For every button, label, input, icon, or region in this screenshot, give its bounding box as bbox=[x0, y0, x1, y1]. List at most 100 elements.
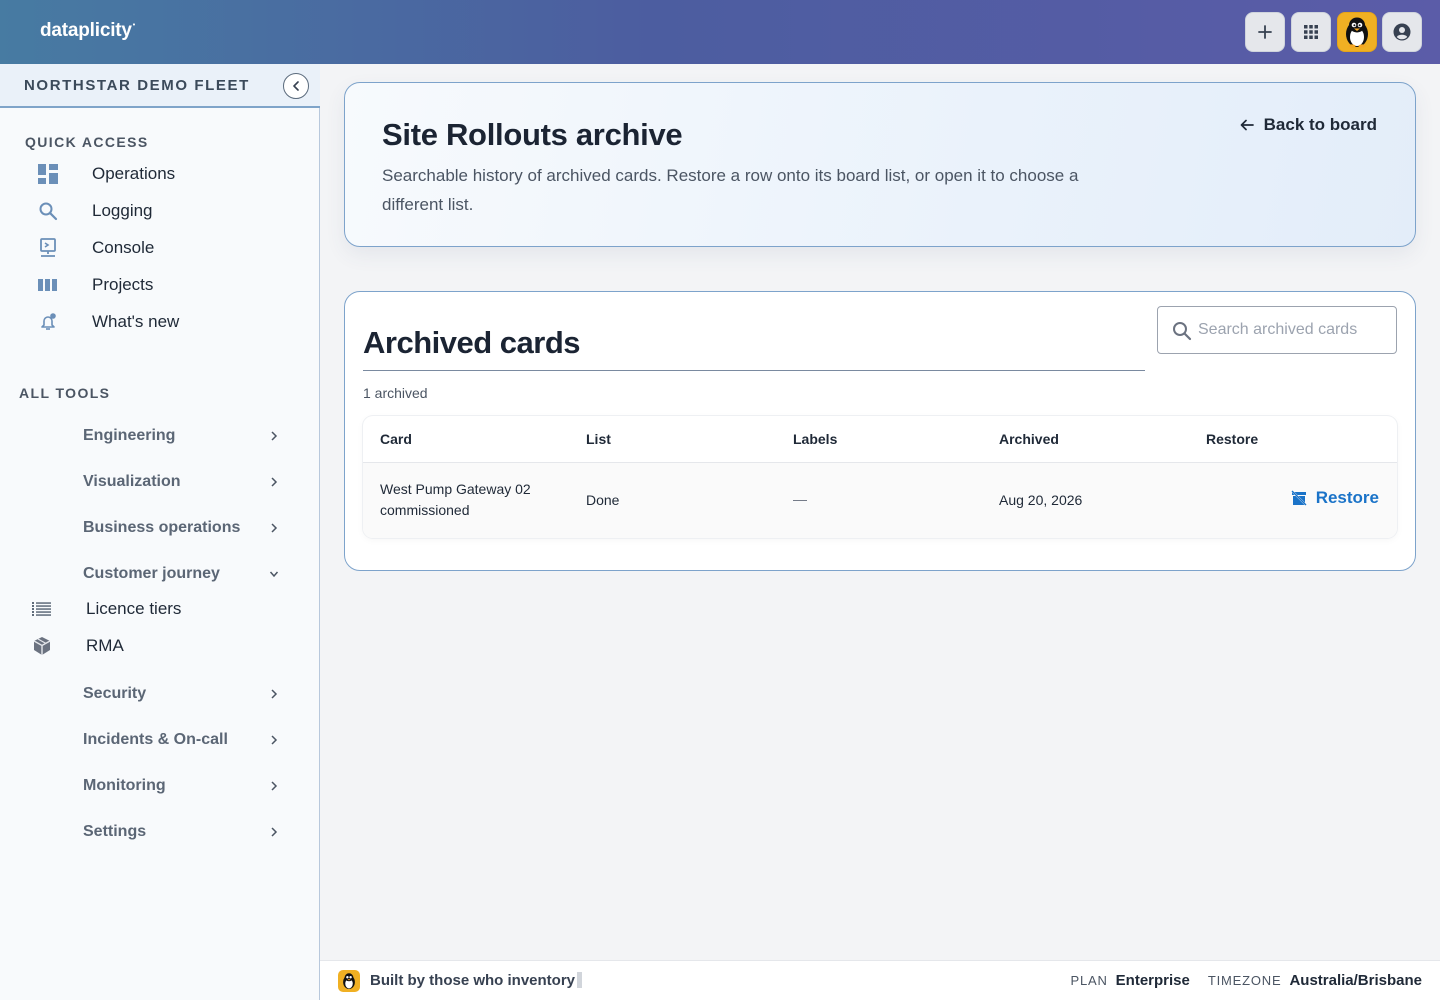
arrow-left-icon bbox=[1240, 119, 1254, 131]
chevron-right-icon bbox=[271, 431, 278, 441]
table-header: Card List Labels Archived Restore bbox=[363, 416, 1397, 463]
archived-count: 1 archived bbox=[363, 385, 428, 401]
sidebar-item-whats-new[interactable]: What's new bbox=[0, 305, 320, 339]
search-icon bbox=[1173, 322, 1192, 341]
tool-group-label: Business operations bbox=[83, 519, 241, 536]
bell-icon bbox=[37, 311, 59, 333]
restore-button[interactable]: Restore bbox=[1290, 488, 1379, 508]
column-header-archived[interactable]: Archived bbox=[999, 431, 1059, 447]
table-row[interactable]: West Pump Gateway 02 commissioned Done —… bbox=[363, 463, 1397, 538]
chevron-right-icon bbox=[271, 735, 278, 745]
sidebar-item-console[interactable]: Console bbox=[0, 231, 320, 265]
column-header-list[interactable]: List bbox=[586, 431, 611, 447]
dashboard-icon bbox=[37, 163, 59, 185]
archive-hero: Site Rollouts archive Searchable history… bbox=[344, 82, 1416, 247]
tool-group-label: Security bbox=[83, 685, 147, 702]
tool-group-label: Settings bbox=[83, 823, 147, 840]
restore-label: Restore bbox=[1315, 488, 1379, 507]
tool-group-label: Monitoring bbox=[83, 777, 166, 794]
tool-group-label: Visualization bbox=[83, 473, 181, 490]
sidebar-item-projects[interactable]: Projects bbox=[0, 268, 320, 302]
fleet-header: NORTHSTAR DEMO FLEET bbox=[0, 64, 320, 108]
account-icon bbox=[1393, 23, 1411, 41]
list-icon bbox=[31, 598, 53, 620]
sidebar-item-label: Console bbox=[92, 238, 155, 257]
penguin-avatar-button[interactable] bbox=[1337, 12, 1377, 52]
sidebar-item-label: Projects bbox=[92, 275, 154, 294]
tool-group-label: Incidents & On-call bbox=[83, 731, 228, 748]
text-cursor bbox=[577, 972, 583, 988]
search-input[interactable] bbox=[1198, 308, 1393, 352]
sidebar-item-label: Licence tiers bbox=[86, 599, 182, 618]
timezone-value: Australia/Brisbane bbox=[1289, 972, 1422, 989]
card-archived-date: Aug 20, 2026 bbox=[999, 492, 1083, 508]
unarchive-icon bbox=[1290, 490, 1307, 506]
page-description: Searchable history of archived cards. Re… bbox=[382, 166, 1079, 214]
footer-meta: PLAN Enterprise TIMEZONE Australia/Brisb… bbox=[1071, 972, 1423, 989]
column-header-labels[interactable]: Labels bbox=[793, 431, 837, 447]
sidebar-item-logging[interactable]: Logging bbox=[0, 194, 320, 228]
chevron-down-icon bbox=[269, 571, 279, 578]
back-to-board-link[interactable]: Back to board bbox=[1240, 115, 1377, 135]
footer: Built by those who inventory PLAN Enterp… bbox=[320, 960, 1440, 1000]
plus-icon bbox=[1258, 25, 1272, 39]
plan-value: Enterprise bbox=[1115, 972, 1190, 989]
tool-group-engineering[interactable]: Engineering bbox=[0, 419, 320, 453]
sidebar-item-licence-tiers[interactable]: Licence tiers bbox=[0, 592, 320, 626]
terminal-icon bbox=[37, 237, 59, 259]
all-tools-title: ALL TOOLS bbox=[19, 385, 111, 401]
main-content: Site Rollouts archive Searchable history… bbox=[320, 64, 1440, 960]
quick-access-title: QUICK ACCESS bbox=[25, 134, 149, 150]
tool-group-customer-journey[interactable]: Customer journey bbox=[0, 557, 320, 591]
tool-group-security[interactable]: Security bbox=[0, 677, 320, 711]
tool-group-incidents[interactable]: Incidents & On-call bbox=[0, 723, 320, 757]
archived-cards-table: Card List Labels Archived Restore West P… bbox=[363, 416, 1397, 538]
sidebar: NORTHSTAR DEMO FLEET QUICK ACCESS Operat… bbox=[0, 64, 320, 1000]
chevron-right-icon bbox=[271, 523, 278, 533]
sidebar-item-operations[interactable]: Operations bbox=[0, 157, 320, 191]
chevron-left-icon bbox=[293, 81, 299, 91]
panel-title: Archived cards bbox=[363, 325, 581, 360]
card-labels: — bbox=[793, 491, 807, 507]
column-header-restore: Restore bbox=[1206, 431, 1259, 447]
collapse-sidebar-button[interactable] bbox=[283, 73, 309, 99]
box-icon bbox=[31, 635, 53, 657]
tool-group-monitoring[interactable]: Monitoring bbox=[0, 769, 320, 803]
chevron-right-icon bbox=[271, 477, 278, 487]
sidebar-item-label: What's new bbox=[92, 312, 180, 331]
chevron-right-icon bbox=[271, 781, 278, 791]
page-title: Site Rollouts archive bbox=[382, 117, 683, 152]
back-to-board-label: Back to board bbox=[1263, 115, 1377, 134]
columns-icon bbox=[37, 274, 59, 296]
apps-button[interactable] bbox=[1291, 12, 1331, 52]
tool-group-label: Engineering bbox=[83, 427, 176, 444]
sidebar-item-label: Logging bbox=[92, 201, 153, 220]
sidebar-item-label: RMA bbox=[86, 636, 124, 655]
grid-icon bbox=[1304, 25, 1318, 39]
footer-tagline: Built by those who inventory bbox=[370, 972, 583, 989]
archived-cards-panel: Archived cards 1 archived Card List Labe… bbox=[344, 291, 1416, 571]
brand-logo[interactable]: dataplicity• bbox=[40, 20, 135, 42]
timezone-key: TIMEZONE bbox=[1207, 973, 1282, 988]
tool-group-settings[interactable]: Settings bbox=[0, 815, 320, 849]
penguin-icon bbox=[338, 970, 360, 992]
sidebar-item-label: Operations bbox=[92, 164, 176, 183]
search-icon bbox=[37, 200, 59, 222]
search-box[interactable] bbox=[1157, 306, 1397, 354]
tool-group-visualization[interactable]: Visualization bbox=[0, 465, 320, 499]
tool-group-business-operations[interactable]: Business operations bbox=[0, 511, 320, 545]
top-bar: dataplicity• bbox=[0, 0, 1440, 64]
chevron-right-icon bbox=[271, 827, 278, 837]
card-name[interactable]: West Pump Gateway 02 commissioned bbox=[380, 479, 560, 521]
penguin-icon bbox=[1346, 17, 1368, 48]
card-list: Done bbox=[586, 492, 620, 508]
fleet-name: NORTHSTAR DEMO FLEET bbox=[24, 77, 250, 94]
add-button[interactable] bbox=[1245, 12, 1285, 52]
sidebar-item-rma[interactable]: RMA bbox=[0, 629, 320, 663]
column-header-card[interactable]: Card bbox=[380, 431, 412, 447]
chevron-right-icon bbox=[271, 689, 278, 699]
plan-key: PLAN bbox=[1070, 973, 1108, 988]
title-divider bbox=[363, 370, 1145, 371]
tool-group-label: Customer journey bbox=[83, 565, 220, 582]
account-button[interactable] bbox=[1382, 12, 1422, 52]
